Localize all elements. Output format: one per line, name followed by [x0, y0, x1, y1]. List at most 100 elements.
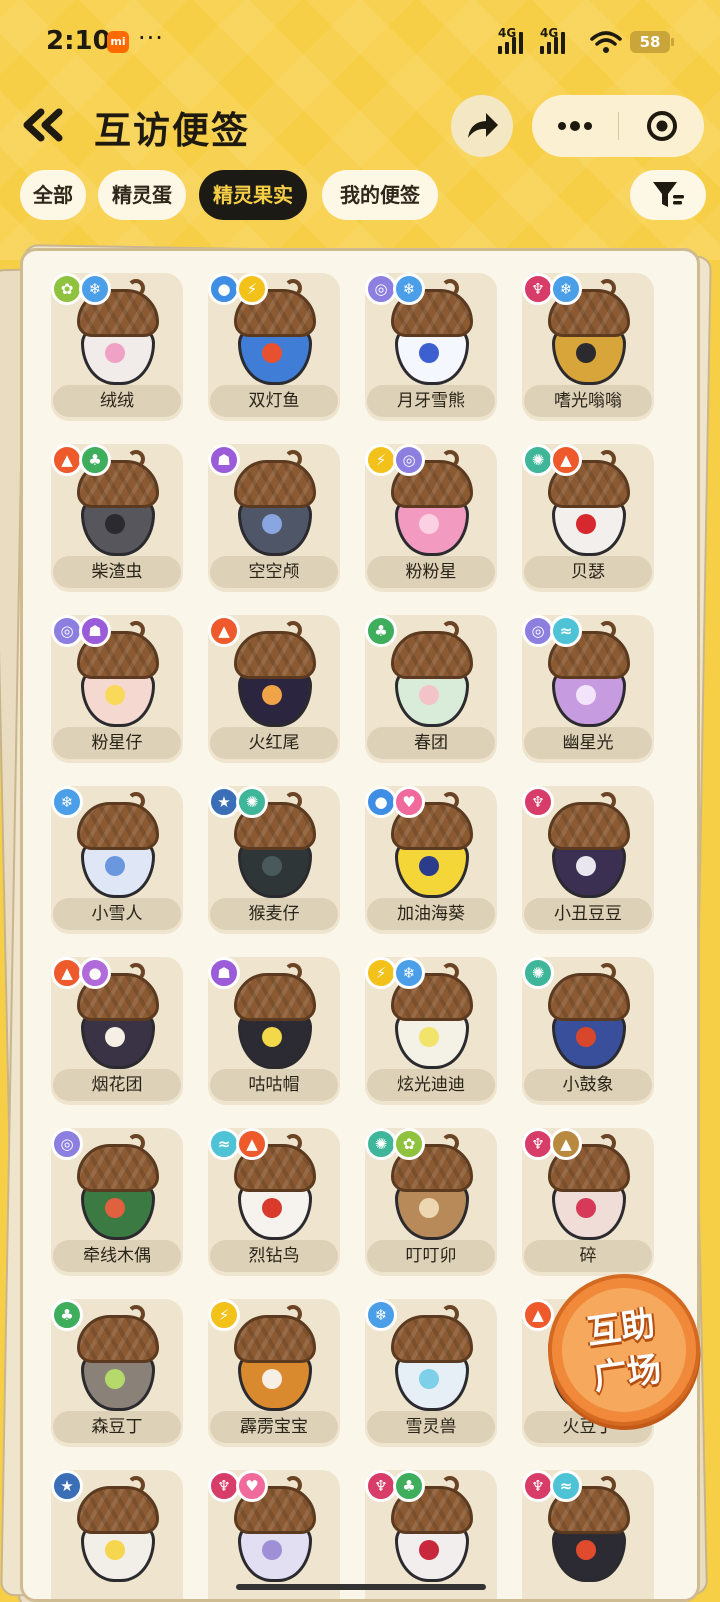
- fruit-card[interactable]: ✺ ▲ 贝瑟: [522, 444, 658, 596]
- share-arrow-icon: [468, 113, 498, 138]
- filter-button[interactable]: [630, 170, 706, 220]
- fruit-card[interactable]: ◎ ❄ 月牙雪熊: [365, 273, 501, 425]
- acorn-pattern-mark: [105, 1198, 125, 1218]
- snowflake-icon: ❄: [79, 273, 111, 305]
- element-badges: ★: [51, 1470, 83, 1504]
- acorn-stem: [127, 279, 145, 297]
- acorn-pattern-mark: [576, 1540, 596, 1560]
- signal-icon-1: 4G: [498, 26, 523, 54]
- element-badges: ≈ ▲: [208, 1128, 268, 1162]
- close-mini-program-button[interactable]: [619, 95, 704, 157]
- acorn-stem: [441, 1476, 459, 1494]
- fruit-card[interactable]: ★ ✺ 猴麦仔: [208, 786, 344, 938]
- fruit-name-label: 烟花团: [53, 1069, 181, 1101]
- element-badges: ◎ ❄: [365, 273, 425, 307]
- acorn-stem: [127, 1305, 145, 1323]
- back-button[interactable]: [18, 100, 68, 150]
- status-time: 2:10: [46, 26, 111, 56]
- fruit-name-label: 幽星光: [524, 727, 652, 759]
- fruit-card[interactable]: ♆ ▲ 碎: [522, 1128, 658, 1280]
- fruit-name-label: 炫光迪迪: [367, 1069, 495, 1101]
- fruit-card[interactable]: ● ⚡ 双灯鱼: [208, 273, 344, 425]
- fruit-card[interactable]: ▲ ● 烟花团: [51, 957, 187, 1109]
- fruit-card[interactable]: ♆ ♥: [208, 1470, 344, 1599]
- acorn-fruit-icon: [232, 621, 318, 727]
- acorn-pattern-mark: [419, 1369, 439, 1389]
- acorn-stem: [284, 1305, 302, 1323]
- leaf-icon: ♣: [51, 1299, 83, 1331]
- fruit-card[interactable]: ⚡ ❄ 炫光迪迪: [365, 957, 501, 1109]
- tab-my-notes[interactable]: 我的便签: [322, 170, 438, 220]
- fruit-name-label: 柴渣虫: [53, 556, 181, 588]
- acorn-pattern-mark: [419, 1540, 439, 1560]
- fruit-card[interactable]: ✺ 小鼓象: [522, 957, 658, 1109]
- fruit-name-label: 粉星仔: [53, 727, 181, 759]
- fruit-card[interactable]: ◎ ≈ 幽星光: [522, 615, 658, 767]
- acorn-pattern-mark: [419, 685, 439, 705]
- fruit-card[interactable]: ⚡ ◎ 粉粉星: [365, 444, 501, 596]
- share-button[interactable]: [451, 95, 513, 157]
- spiral-icon: ◎: [51, 1128, 83, 1160]
- fruit-card[interactable]: ♆ 小丑豆豆: [522, 786, 658, 938]
- ghost-icon: ☗: [208, 957, 240, 989]
- fruit-card[interactable]: ✺ ✿ 叮叮卯: [365, 1128, 501, 1280]
- fruit-card[interactable]: ▲ 火红尾: [208, 615, 344, 767]
- element-badges: ✺: [522, 957, 554, 991]
- snowflake-icon: ❄: [393, 957, 425, 989]
- acorn-stem: [284, 621, 302, 639]
- acorn-cap: [77, 1486, 159, 1534]
- acorn-cap: [77, 1315, 159, 1363]
- fruit-card[interactable]: ▲ ♣ 柴渣虫: [51, 444, 187, 596]
- fruit-card[interactable]: ♣ 森豆丁: [51, 1299, 187, 1451]
- element-badges: ☗: [208, 957, 240, 991]
- flame-icon: ▲: [236, 1128, 268, 1160]
- tab-spirit-fruit[interactable]: 精灵果实: [199, 170, 307, 220]
- snowflake-icon: ❄: [393, 273, 425, 305]
- snowflake-icon: ❄: [51, 786, 83, 818]
- acorn-stem: [284, 1134, 302, 1152]
- tab-all[interactable]: 全部: [20, 170, 86, 220]
- more-options-button[interactable]: [532, 95, 618, 157]
- acorn-stem: [284, 963, 302, 981]
- fruit-card[interactable]: ♆ ♣: [365, 1470, 501, 1599]
- ghost-icon: ☗: [79, 615, 111, 647]
- element-badges: ★ ✺: [208, 786, 268, 820]
- fruit-card[interactable]: ⚡ 霹雳宝宝: [208, 1299, 344, 1451]
- fruit-name-label: 咕咕帽: [210, 1069, 338, 1101]
- fruit-name-label: 森豆丁: [53, 1411, 181, 1443]
- acorn-pattern-mark: [576, 1198, 596, 1218]
- fruit-card[interactable]: ♆ ❄ 嗜光嗡嗡: [522, 273, 658, 425]
- fruit-card[interactable]: ● ♥ 加油海葵: [365, 786, 501, 938]
- fruit-card[interactable]: ☗ 咕咕帽: [208, 957, 344, 1109]
- element-badges: ♣: [51, 1299, 83, 1333]
- fruit-card[interactable]: ♆ ≈: [522, 1470, 658, 1599]
- fruit-name-label: 粉粉星: [367, 556, 495, 588]
- ghost-icon: ☗: [208, 444, 240, 476]
- acorn-pattern-mark: [419, 1027, 439, 1047]
- gear-icon: ✺: [236, 786, 268, 818]
- element-badges: ◎ ≈: [522, 615, 582, 649]
- fruit-name-label: 空空颅: [210, 556, 338, 588]
- fruit-name-label: 春团: [367, 727, 495, 759]
- element-badges: ♆ ♣: [365, 1470, 425, 1504]
- fruit-card[interactable]: ✿ ❄ 绒绒: [51, 273, 187, 425]
- snowflake-icon: ❄: [550, 273, 582, 305]
- fruit-card[interactable]: ◎ 牵线木偶: [51, 1128, 187, 1280]
- fruit-name-label: 霹雳宝宝: [210, 1411, 338, 1443]
- acorn-cap: [234, 973, 316, 1021]
- fruit-card[interactable]: ♣ 春团: [365, 615, 501, 767]
- acorn-pattern-mark: [105, 1540, 125, 1560]
- acorn-pattern-mark: [419, 1198, 439, 1218]
- fruit-card[interactable]: ★: [51, 1470, 187, 1599]
- tab-spirit-egg[interactable]: 精灵蛋: [98, 170, 186, 220]
- fruit-card[interactable]: ❄ 雪灵兽: [365, 1299, 501, 1451]
- fruit-card[interactable]: ◎ ☗ 粉星仔: [51, 615, 187, 767]
- fruit-card[interactable]: ☗ 空空颅: [208, 444, 344, 596]
- home-indicator[interactable]: [236, 1584, 486, 1590]
- acorn-stem: [441, 621, 459, 639]
- acorn-cap: [234, 1315, 316, 1363]
- acorn-pattern-mark: [576, 685, 596, 705]
- element-badges: ▲: [208, 615, 240, 649]
- fruit-card[interactable]: ❄ 小雪人: [51, 786, 187, 938]
- fruit-card[interactable]: ≈ ▲ 烈钻鸟: [208, 1128, 344, 1280]
